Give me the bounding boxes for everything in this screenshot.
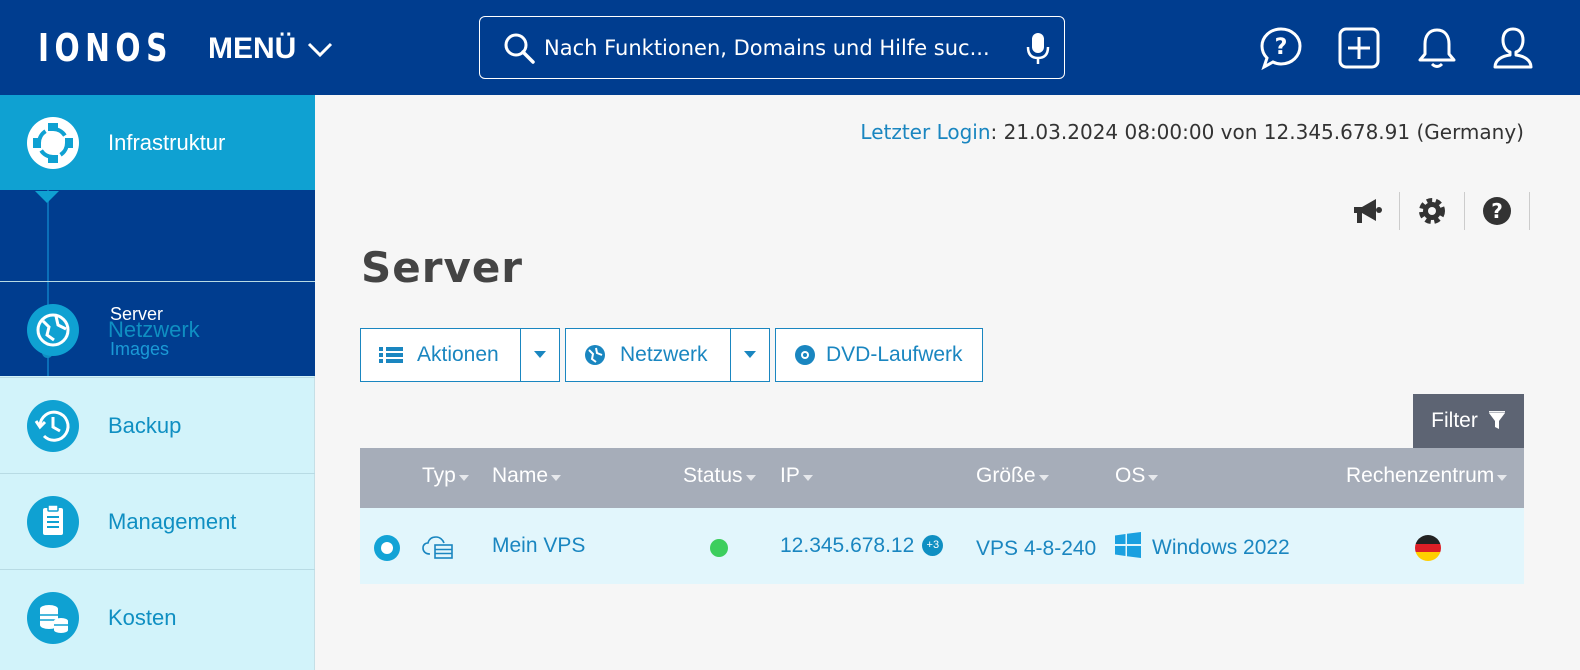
sidebar-item-label: Netzwerk (108, 316, 200, 342)
last-login-info: Letzter Login: 21.03.2024 08:00:00 von 1… (860, 120, 1524, 144)
column-header-rechenzentrum[interactable]: Rechenzentrum (1346, 464, 1508, 488)
server-name-link[interactable]: Mein VPS (492, 534, 585, 558)
menu-label: MENÜ (208, 32, 297, 65)
column-header-label: Rechenzentrum (1346, 464, 1495, 487)
filter-funnel-icon (1488, 411, 1505, 429)
netzwerk-dropdown-toggle[interactable] (730, 328, 770, 382)
column-header-os[interactable]: OS (1115, 464, 1159, 488)
status-online-dot (710, 539, 728, 557)
infrastructure-icon (27, 117, 79, 169)
sidebar-item-label: Management (108, 508, 237, 534)
sort-caret-icon (1497, 474, 1508, 481)
network-globe-icon (27, 303, 79, 356)
menu-button[interactable]: MENÜ (208, 30, 334, 68)
aktionen-label: Aktionen (417, 343, 499, 366)
aktionen-dropdown-toggle[interactable] (520, 328, 560, 382)
table-header: Typ Name Status IP Größe OS Rechenzentru… (360, 448, 1524, 508)
sort-caret-icon (745, 474, 756, 481)
filter-button[interactable]: Filter (1413, 394, 1524, 448)
network-globe-icon (585, 345, 605, 365)
column-header-groesse[interactable]: Größe (976, 464, 1049, 488)
server-ip-value: 12.345.678.12 (780, 534, 915, 557)
column-header-label: Typ (422, 464, 456, 487)
column-header-typ[interactable]: Typ (422, 464, 469, 488)
server-ip: 12.345.678.12 +3 (780, 534, 944, 558)
search-box[interactable] (479, 16, 1065, 79)
sort-caret-icon (1038, 474, 1049, 481)
add-icon[interactable] (1336, 25, 1382, 71)
sort-caret-icon (1148, 474, 1159, 481)
sidebar-item-label: Backup (108, 412, 182, 438)
sidebar-item-kosten[interactable]: Kosten (0, 569, 315, 665)
help-chat-icon[interactable]: ? (1258, 25, 1304, 71)
column-header-label: Größe (976, 464, 1036, 487)
list-icon (379, 347, 403, 363)
gear-icon (1419, 198, 1445, 224)
server-size: VPS 4-8-240 (976, 537, 1097, 560)
sidebar-item-netzwerk[interactable]: Netzwerk (0, 281, 315, 377)
disc-icon (795, 345, 815, 365)
sort-caret-icon (551, 474, 562, 481)
sidebar-item-label: Infrastruktur (108, 130, 226, 155)
table-row[interactable]: Mein VPS 12.345.678.12 +3 VPS 4-8-240 Win… (360, 508, 1524, 584)
column-header-label: IP (780, 464, 800, 487)
bell-icon[interactable] (1414, 25, 1460, 71)
sort-caret-icon (802, 474, 813, 481)
filter-label: Filter (1431, 409, 1478, 432)
question-icon: ? (1483, 197, 1511, 225)
svg-text:?: ? (1491, 199, 1503, 223)
chevron-down-icon (308, 42, 333, 58)
column-header-name[interactable]: Name (492, 464, 562, 488)
search-icon (504, 33, 535, 64)
sidebar-item-management[interactable]: Management (0, 473, 315, 569)
clipboard-icon (27, 495, 79, 548)
svg-text:?: ? (1275, 35, 1288, 60)
row-select-radio[interactable] (374, 535, 400, 561)
windows-icon (1115, 532, 1141, 558)
germany-flag-icon (1415, 535, 1441, 561)
netzwerk-button[interactable]: Netzwerk (565, 328, 731, 382)
column-header-label: Status (683, 464, 743, 487)
user-icon[interactable] (1490, 25, 1536, 71)
coins-icon (27, 591, 79, 644)
aktionen-button[interactable]: Aktionen (360, 328, 521, 382)
microphone-icon[interactable] (1026, 31, 1050, 65)
backup-clock-icon (27, 399, 79, 452)
cloud-server-icon (422, 536, 453, 559)
ionos-logo[interactable]: IONOS (38, 28, 173, 68)
sidebar-item-infrastruktur[interactable]: Infrastruktur (0, 95, 315, 203)
sidebar: Infrastruktur Server Images Netzwerk Bac… (0, 95, 315, 670)
megaphone-icon (1354, 199, 1382, 223)
caret-down-icon (744, 351, 756, 358)
column-header-status[interactable]: Status (683, 464, 756, 488)
sort-caret-icon (458, 474, 469, 481)
search-input[interactable] (544, 35, 1014, 60)
column-header-ip[interactable]: IP (780, 464, 813, 488)
announcements-button[interactable] (1335, 192, 1400, 230)
dvd-laufwerk-button[interactable]: DVD-Laufwerk (775, 328, 983, 382)
settings-button[interactable] (1400, 192, 1465, 230)
netzwerk-label: Netzwerk (620, 343, 708, 366)
top-header: IONOS MENÜ ? (0, 0, 1580, 95)
last-login-text: : 21.03.2024 08:00:00 von 12.345.678.91 … (990, 120, 1524, 144)
column-header-label: OS (1115, 464, 1146, 487)
help-button[interactable]: ? (1465, 192, 1530, 230)
additional-ips-badge[interactable]: +3 (922, 535, 944, 556)
dvd-laufwerk-label: DVD-Laufwerk (826, 343, 963, 366)
sidebar-item-label: Kosten (108, 604, 177, 630)
server-os: Windows 2022 (1152, 536, 1290, 559)
sidebar-item-backup[interactable]: Backup (0, 377, 315, 473)
page-tools: ? (1335, 192, 1530, 232)
caret-down-icon (534, 351, 546, 358)
column-header-label: Name (492, 464, 549, 487)
page-title: Server (361, 243, 524, 292)
last-login-link[interactable]: Letzter Login (860, 120, 990, 144)
